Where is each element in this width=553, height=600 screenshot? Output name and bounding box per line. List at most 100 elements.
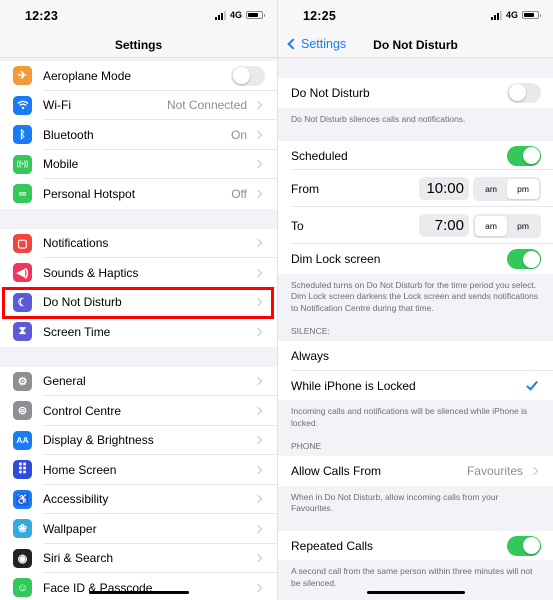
to-row: To 7:00 am pm (278, 207, 553, 245)
settings-item-label: Sounds & Haptics (43, 265, 139, 280)
accessibility-icon: ♿ (13, 489, 32, 509)
notifications-icon: ▢ (13, 233, 32, 253)
to-ampm-segmented: am pm (473, 213, 541, 238)
silence-locked-row[interactable]: While iPhone is Locked (278, 370, 553, 401)
phone-header: PHONE (291, 441, 322, 452)
settings-item-wallpaper[interactable]: ❀ Wallpaper (0, 514, 277, 544)
settings-item-value: Off (231, 186, 247, 201)
chevron-right-icon (253, 298, 263, 307)
settings-item-label: Wi-Fi (43, 98, 71, 113)
settings-item-aeroplane[interactable]: ✈ Aeroplane Mode (0, 61, 277, 91)
page-title: Do Not Disturb (373, 38, 458, 52)
from-ampm-segmented: am pm (473, 176, 541, 201)
settings-item-bluetooth[interactable]: ᛒ Bluetooth On (0, 120, 277, 150)
dnd-footnote: Do Not Disturb silences calls and notifi… (291, 113, 466, 124)
battery-icon (522, 11, 541, 19)
page-title: Settings (114, 38, 163, 52)
home-indicator[interactable] (366, 591, 465, 594)
dnd-row: Do Not Disturb (278, 78, 553, 108)
nav-bar: Settings (0, 32, 277, 58)
settings-item-label: Display & Brightness (43, 433, 154, 448)
status-time: 12:25 (303, 9, 336, 23)
settings-item-label: Do Not Disturb (43, 295, 122, 310)
settings-item-value: Not Connected (166, 98, 247, 113)
settings-item-accessibility[interactable]: ♿ Accessibility (0, 484, 277, 514)
settings-item-screentime[interactable]: ⧗ Screen Time (0, 317, 277, 347)
repeated-calls-row: Repeated Calls (278, 530, 553, 561)
settings-screen: 12:23 4G Settings ✈ Aeroplane Mode Wi-Fi No… (0, 0, 277, 600)
settings-item-label: Siri & Search (43, 551, 114, 566)
settings-item-control[interactable]: ⊜ Control Centre (0, 396, 277, 426)
chevron-right-icon (253, 406, 263, 415)
settings-item-display[interactable]: AA Display & Brightness (0, 425, 277, 455)
dim-footnote: Scheduled turns on Do Not Disturb for th… (291, 279, 539, 313)
from-pm-option[interactable]: pm (507, 178, 539, 199)
settings-item-home[interactable]: ⠿ Home Screen (0, 455, 277, 485)
settings-item-label: Control Centre (43, 403, 122, 418)
chevron-right-icon (253, 465, 263, 474)
from-row: From 10:00 am pm (278, 170, 553, 208)
allow-calls-value: Favourites (466, 464, 523, 479)
siri-icon: ◉ (13, 548, 32, 568)
settings-item-siri[interactable]: ◉ Siri & Search (0, 543, 277, 573)
gear-icon: ⚙ (13, 371, 32, 391)
silence-footnote: Incoming calls and notifications will be… (291, 406, 528, 428)
repeated-calls-label: Repeated Calls (291, 538, 374, 553)
chevron-right-icon (253, 377, 263, 386)
settings-item-label: Personal Hotspot (43, 186, 136, 201)
to-pm-option[interactable]: pm (507, 216, 539, 236)
repeated-calls-toggle[interactable] (507, 535, 541, 556)
dnd-toggle[interactable] (507, 82, 541, 103)
aeroplane-toggle[interactable] (231, 65, 265, 86)
settings-item-label: Accessibility (43, 492, 109, 507)
text-size-icon: AA (13, 430, 32, 450)
scheduled-row: Scheduled (278, 140, 553, 171)
settings-item-label: Home Screen (43, 462, 117, 477)
settings-item-dnd[interactable]: ☾ Do Not Disturb (0, 287, 277, 317)
allow-calls-row[interactable]: Allow Calls From Favourites (278, 456, 553, 486)
allow-calls-footnote: When in Do Not Disturb, allow incoming c… (291, 491, 499, 514)
settings-item-sounds[interactable]: ◀) Sounds & Haptics (0, 258, 277, 288)
home-indicator[interactable] (88, 591, 189, 594)
settings-item-general[interactable]: ⚙ General (0, 366, 277, 396)
settings-group: ▢ Notifications ◀) Sounds & Haptics ☾ Do Not … (0, 228, 277, 347)
settings-item-hotspot[interactable]: ∞ Personal Hotspot Off (0, 179, 277, 209)
settings-item-mobile[interactable]: ((•)) Mobile (0, 149, 277, 179)
chevron-right-icon (253, 101, 263, 110)
to-label: To (291, 218, 304, 233)
dim-label: Dim Lock screen (291, 252, 381, 267)
silence-always-row[interactable]: Always (278, 341, 553, 371)
allow-calls-label: Allow Calls From (291, 464, 382, 479)
settings-item-label: Mobile (43, 157, 79, 172)
dim-lock-toggle[interactable] (507, 249, 541, 270)
wifi-icon (13, 95, 32, 115)
from-am-option[interactable]: am (475, 179, 507, 199)
chevron-right-icon (253, 554, 263, 563)
settings-item-notifications[interactable]: ▢ Notifications (0, 228, 277, 258)
antenna-icon: ((•)) (13, 154, 32, 174)
from-label: From (291, 181, 319, 196)
battery-icon (246, 11, 265, 19)
settings-item-faceid[interactable]: ☺ Face ID & Passcode (0, 573, 277, 600)
network-type: 4G (505, 10, 518, 20)
from-time-picker[interactable]: 10:00 (419, 177, 469, 201)
chevron-right-icon (253, 583, 263, 592)
scheduled-label: Scheduled (291, 148, 348, 163)
scheduled-toggle[interactable] (507, 145, 541, 166)
speaker-icon: ◀) (13, 263, 32, 283)
chevron-right-icon (253, 495, 263, 504)
signal-icon (490, 10, 502, 20)
settings-item-label: Screen Time (43, 324, 111, 339)
app-grid-icon: ⠿ (13, 460, 32, 480)
settings-group: ⚙ General ⊜ Control Centre AA Display & Brigh… (0, 366, 277, 600)
chevron-right-icon (253, 436, 263, 445)
hourglass-icon: ⧗ (13, 322, 32, 342)
chevron-right-icon (253, 130, 263, 139)
settings-item-wifi[interactable]: Wi-Fi Not Connected (0, 90, 277, 120)
bluetooth-icon: ᛒ (13, 125, 32, 145)
to-am-option[interactable]: am (475, 215, 507, 236)
to-time-picker[interactable]: 7:00 (419, 214, 469, 238)
silence-locked-label: While iPhone is Locked (291, 378, 416, 393)
chevron-right-icon (253, 160, 263, 169)
settings-item-label: General (43, 374, 86, 389)
